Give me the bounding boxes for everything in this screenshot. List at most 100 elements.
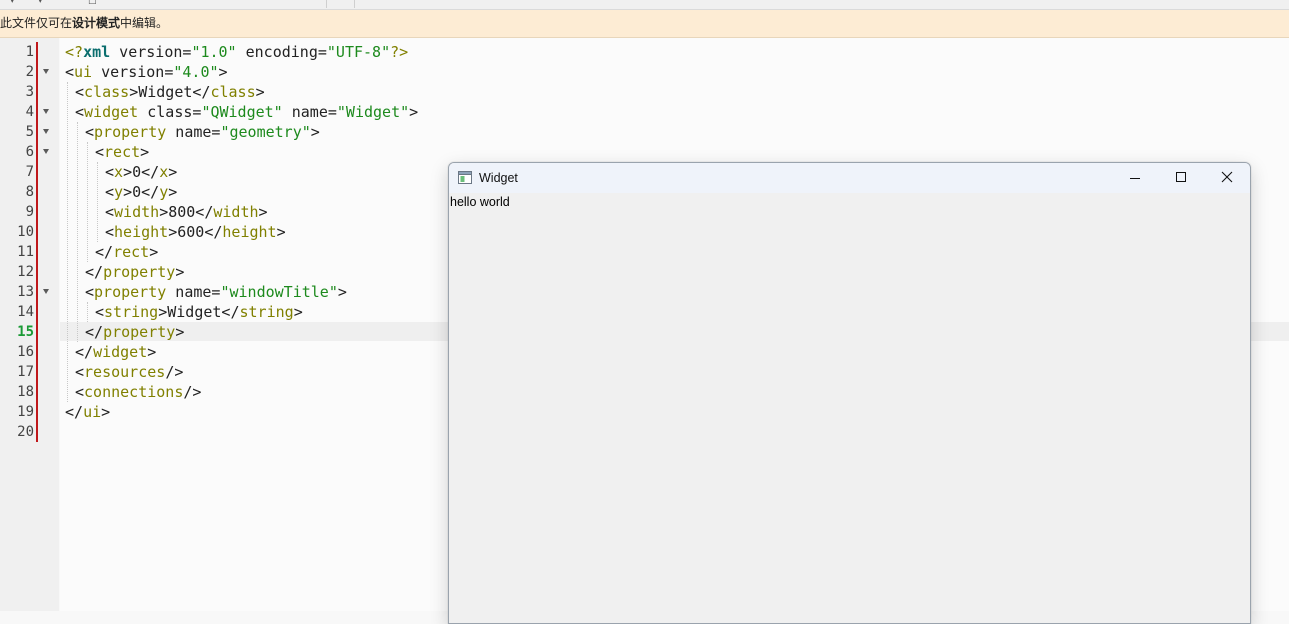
- code-token: >: [409, 103, 419, 121]
- code-token: x: [159, 163, 169, 181]
- fold-arrow-icon[interactable]: [43, 69, 49, 74]
- toolbar-forward-icon[interactable]: ▾: [38, 0, 43, 6]
- code-token: <: [75, 103, 85, 121]
- code-text: <y>0</y>: [105, 182, 177, 202]
- code-text: </widget>: [75, 342, 156, 362]
- line-number: 15: [17, 324, 34, 340]
- indent-guide: [97, 162, 98, 242]
- toolbar-back-icon[interactable]: ▾: [10, 0, 15, 6]
- code-token: >: [258, 203, 268, 221]
- toolbar-separator: [326, 0, 327, 8]
- code-token: >: [218, 63, 228, 81]
- fold-arrow-icon[interactable]: [43, 109, 49, 114]
- widget-preview-window[interactable]: Widget hello world: [448, 162, 1251, 624]
- code-text: <string>Widget</string>: [95, 302, 303, 322]
- line-number: 9: [25, 204, 34, 220]
- code-token: class=: [138, 103, 202, 121]
- minimize-button[interactable]: [1112, 163, 1158, 193]
- code-token: </: [65, 403, 84, 421]
- code-token: property: [94, 283, 167, 301]
- code-text: <resources/>: [75, 362, 183, 382]
- code-token: />: [183, 383, 202, 401]
- line-number: 14: [17, 304, 34, 320]
- close-button[interactable]: [1204, 163, 1250, 193]
- design-mode-infobar: 此文件仅可在设计模式中编辑。: [0, 10, 1289, 38]
- line-number: 4: [25, 104, 34, 120]
- code-token: >: [149, 243, 159, 261]
- line-number: 5: [25, 124, 34, 140]
- code-token: >: [101, 403, 111, 421]
- indent-guide: [77, 122, 78, 342]
- code-token: class: [210, 83, 256, 101]
- code-token: "QWidget": [201, 103, 283, 121]
- code-token: version=: [92, 63, 174, 81]
- code-token: width: [213, 203, 259, 221]
- line-number: 1: [25, 44, 34, 60]
- code-token: <: [75, 363, 85, 381]
- code-token: >Widget</: [158, 303, 240, 321]
- code-token: widget: [93, 343, 148, 361]
- code-token: <: [65, 63, 75, 81]
- code-text: </rect>: [95, 242, 158, 262]
- code-token: rect: [113, 243, 150, 261]
- line-number: 12: [17, 264, 34, 280]
- code-token: >: [175, 263, 185, 281]
- toolbar-file-icon[interactable]: □: [88, 0, 97, 6]
- code-text: <x>0</x>: [105, 162, 177, 182]
- code-text: <ui version="4.0">: [65, 62, 228, 82]
- code-token: <: [75, 383, 85, 401]
- code-token: name=: [166, 123, 221, 141]
- fold-arrow-icon[interactable]: [43, 129, 49, 134]
- code-token: >: [147, 343, 157, 361]
- close-icon: [1221, 171, 1233, 183]
- indent-guide: [87, 142, 88, 262]
- code-token: >: [293, 303, 303, 321]
- line-number: 3: [25, 84, 34, 100]
- code-token: height: [222, 223, 277, 241]
- code-token: "windowTitle": [220, 283, 338, 301]
- line-number: 19: [17, 404, 34, 420]
- maximize-button[interactable]: [1158, 163, 1204, 193]
- infobar-message-bold[interactable]: 设计模式: [72, 16, 120, 30]
- code-text: <rect>: [95, 142, 149, 162]
- code-token: <: [105, 183, 115, 201]
- code-token: "UTF-8": [326, 43, 391, 61]
- code-text: </ui>: [65, 402, 110, 422]
- code-token: height: [114, 223, 169, 241]
- infobar-message-prefix: 此文件仅可在: [0, 16, 73, 30]
- code-line[interactable]: 1 <?xml version="1.0" encoding="UTF-8"?>: [0, 42, 1289, 62]
- minimize-icon: [1130, 178, 1140, 179]
- line-number: 2: [25, 64, 34, 80]
- code-line[interactable]: 2 <ui version="4.0">: [0, 62, 1289, 82]
- code-token: property: [103, 323, 176, 341]
- fold-arrow-icon[interactable]: [43, 149, 49, 154]
- maximize-icon: [1176, 172, 1186, 182]
- code-text: <property name="windowTitle">: [85, 282, 347, 302]
- code-text: <widget class="QWidget" name="Widget">: [75, 102, 418, 122]
- line-number: 16: [17, 344, 34, 360]
- code-token: </: [85, 323, 104, 341]
- code-text: <connections/>: [75, 382, 201, 402]
- code-token: connections: [84, 383, 184, 401]
- code-token: >: [168, 163, 178, 181]
- code-text: <class>Widget</class>: [75, 82, 265, 102]
- code-line[interactable]: 6 <rect>: [0, 142, 1289, 162]
- code-line[interactable]: 4 <widget class="QWidget" name="Widget">: [0, 102, 1289, 122]
- line-number: 10: [17, 224, 34, 240]
- line-number: 8: [25, 184, 34, 200]
- code-token: width: [114, 203, 160, 221]
- window-titlebar[interactable]: Widget: [449, 163, 1250, 193]
- code-token: "Widget": [336, 103, 410, 121]
- code-token: class: [84, 83, 130, 101]
- code-token: name=: [282, 103, 337, 121]
- code-line[interactable]: 3 <class>Widget</class>: [0, 82, 1289, 102]
- code-token: <: [105, 163, 115, 181]
- top-toolbar: ▾ ▾ □: [0, 0, 1289, 10]
- code-token: >: [168, 183, 178, 201]
- code-token: "geometry": [220, 123, 311, 141]
- fold-arrow-icon[interactable]: [43, 289, 49, 294]
- code-line[interactable]: 5 <property name="geometry">: [0, 122, 1289, 142]
- code-token: ?>: [390, 43, 409, 61]
- code-token: >: [175, 323, 185, 341]
- code-token: string: [239, 303, 294, 321]
